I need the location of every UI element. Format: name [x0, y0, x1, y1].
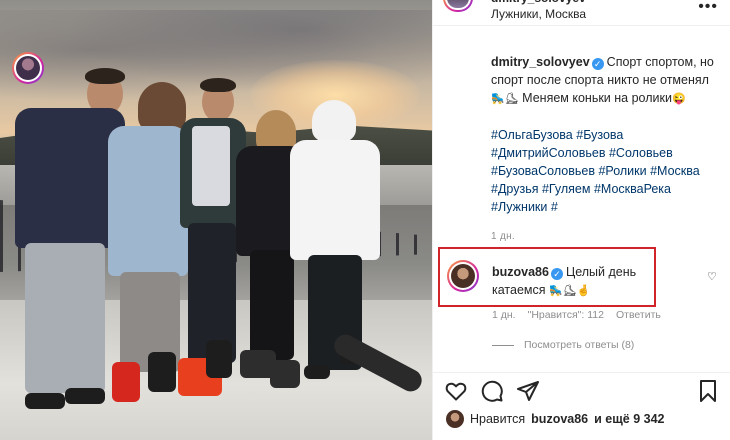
action-bar [432, 372, 730, 408]
author-avatar[interactable] [443, 0, 473, 12]
author-username[interactable]: dmitry_solovyev [491, 0, 586, 5]
hashtag-link[interactable]: #Друзья [491, 182, 539, 196]
more-dots-icon[interactable]: ••• [698, 0, 718, 16]
verified-badge-icon: ✓ [591, 58, 604, 70]
hashtag-link[interactable]: #ОльгаБузова [491, 128, 573, 142]
view-replies-link[interactable]: Посмотреть ответы (8) [492, 339, 634, 351]
comment-username[interactable]: buzova86 [492, 265, 549, 279]
comment-like-heart-icon[interactable]: ♡ [707, 270, 717, 283]
caption-author-avatar[interactable] [12, 52, 44, 84]
likes-summary: Нравится buzova86 и ещё 9 342 [446, 410, 665, 428]
caption-username[interactable]: dmitry_solovyev [491, 55, 590, 69]
hashtag-link[interactable]: #Лужники [491, 200, 547, 214]
liker-avatar[interactable] [446, 410, 464, 428]
heart-icon[interactable] [444, 379, 468, 403]
reply-button[interactable]: Ответить [616, 309, 661, 321]
hashtag-link[interactable]: #Соловьев [609, 146, 673, 160]
roller-skate-emoji: 🛼⛸ [491, 93, 519, 105]
tongue-emoji: 😜 [671, 93, 686, 105]
share-icon[interactable] [516, 379, 540, 403]
hashtag-link[interactable]: #Бузова [576, 128, 623, 142]
verified-badge-icon: ✓ [550, 268, 563, 280]
hashtag-link[interactable]: #ДмитрийСоловьев [491, 146, 605, 160]
view-replies-label: Посмотреть ответы (8) [524, 339, 635, 351]
caption-text-2: Меняем коньки на ролики [522, 91, 672, 105]
commenter-avatar[interactable] [447, 260, 479, 292]
caption-text-block: dmitry_solovyev ✓ Спорт спортом, но спорт … [491, 53, 719, 108]
hashtag-link[interactable]: #Москва [650, 164, 700, 178]
post-header: dmitry_solovyev Лужники, Москва ••• [433, 0, 730, 26]
post-photo[interactable] [0, 0, 432, 440]
hashtag-link[interactable]: #Ролики [598, 164, 646, 178]
likes-prefix: Нравится [470, 412, 526, 426]
hashtag-link[interactable]: #БузоваСоловьев [491, 164, 595, 178]
hashtag-link[interactable]: #МоскваРека [594, 182, 671, 196]
hashtag-list: #ОльгаБузова #Бузова #ДмитрийСоловьев #С… [491, 126, 723, 216]
comment-meta: 1 дн. "Нравится": 112 Ответить [492, 309, 661, 321]
liker-username[interactable]: buzova86 [531, 412, 588, 426]
likes-count-link[interactable]: и ещё 9 342 [594, 412, 664, 426]
comment-time: 1 дн. [492, 309, 516, 321]
comment: buzova86 ✓ Целый день катаемся 🛼⛸🤞 [492, 263, 662, 300]
bookmark-icon[interactable] [696, 379, 720, 403]
comment-emoji: 🛼⛸🤞 [549, 285, 591, 297]
location-link[interactable]: Лужники, Москва [491, 7, 586, 21]
hashtag-link[interactable]: # [551, 200, 558, 214]
caption: dmitry_solovyev ✓ Спорт спортом, но спорт … [433, 26, 730, 242]
post-time: 1 дн. [491, 231, 515, 242]
hashtag-link[interactable]: #Гуляем [542, 182, 590, 196]
comment-icon[interactable] [480, 379, 504, 403]
comment-likes-count[interactable]: "Нравится": 112 [528, 309, 604, 321]
